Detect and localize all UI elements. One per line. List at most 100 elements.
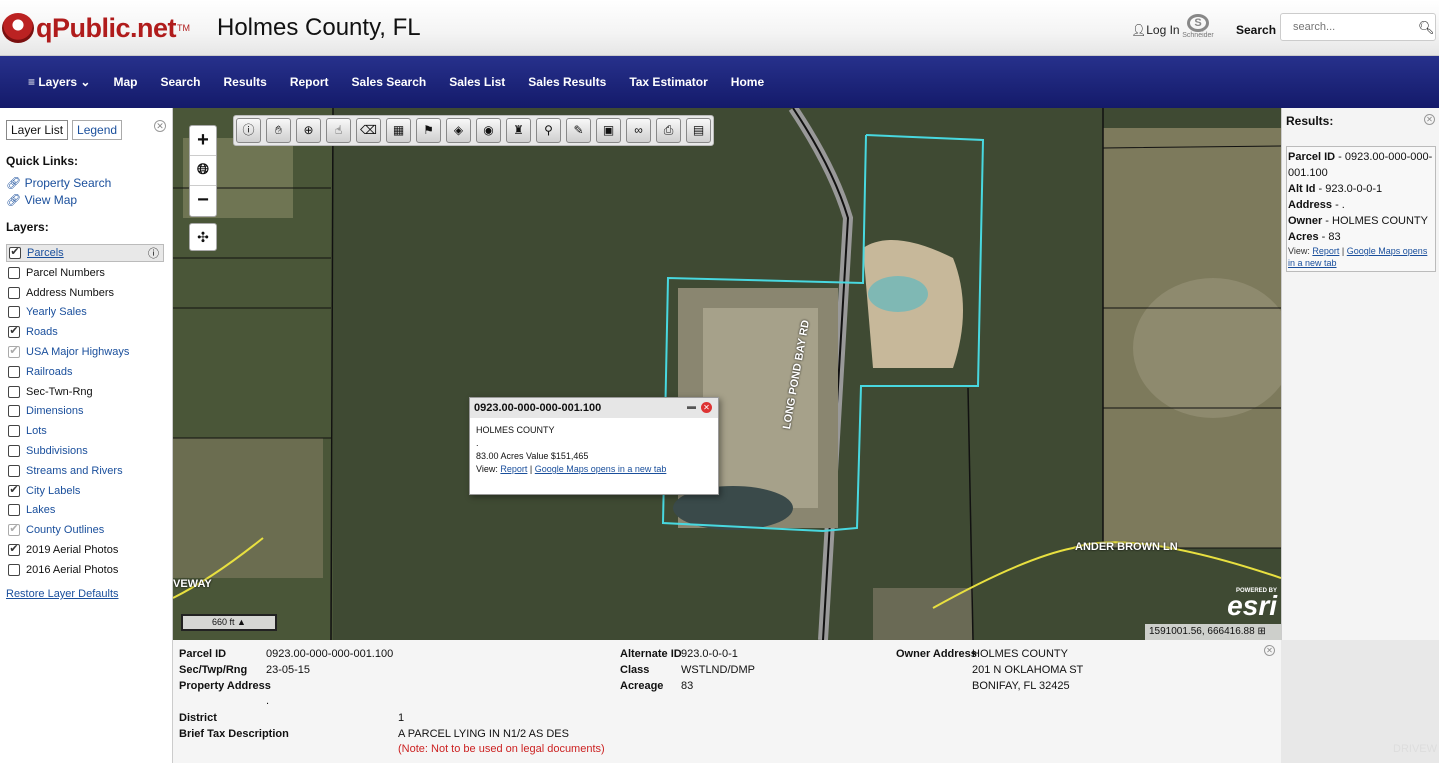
detail-brief-description: A PARCEL LYING IN N1/2 AS DES xyxy=(398,728,569,740)
nav-report[interactable]: Report xyxy=(290,75,329,89)
layer-item[interactable]: Sec-Twn-Rng xyxy=(8,383,93,401)
result-report-link[interactable]: Report xyxy=(1312,246,1339,256)
layer-item[interactable]: Dimensions xyxy=(8,402,83,420)
camera-icon[interactable]: ◉ xyxy=(476,118,501,143)
magnify-icon[interactable]: ⚲ xyxy=(536,118,561,143)
layer-checkbox[interactable] xyxy=(8,266,20,279)
layer-item[interactable]: 2016 Aerial Photos xyxy=(8,561,118,579)
layer-item[interactable]: Parcel Numbers xyxy=(8,264,105,282)
zoom-out-button[interactable]: − xyxy=(190,186,216,216)
zoom-in-button[interactable]: + xyxy=(190,126,216,156)
layer-item[interactable]: County Outlines xyxy=(8,521,104,539)
popup-view-row: View: Report | Google Maps opens in a ne… xyxy=(476,464,667,474)
nav-sales-results[interactable]: Sales Results xyxy=(528,75,606,89)
layer-checkbox[interactable] xyxy=(8,445,20,457)
layer-item[interactable]: Yearly Sales xyxy=(8,303,87,321)
zoom-box-icon[interactable]: ⊕ xyxy=(296,118,321,143)
layer-checkbox[interactable] xyxy=(8,365,20,378)
road-label: ANDER BROWN LN xyxy=(1075,541,1178,553)
layer-item[interactable]: Lots xyxy=(8,422,47,440)
printer-icon[interactable]: ⎙ xyxy=(656,118,681,143)
detail-property-address-2: . xyxy=(266,695,270,707)
print-map-icon[interactable]: ▣ xyxy=(596,118,621,143)
layer-item[interactable]: Subdivisions xyxy=(8,442,88,460)
layer-item[interactable]: City Labels xyxy=(8,482,80,500)
nav-home[interactable]: Home xyxy=(731,75,764,89)
pencil-icon[interactable]: ✎ xyxy=(566,118,591,143)
result-card[interactable]: Parcel ID - 0923.00-000-000-001.100 Alt … xyxy=(1286,146,1436,272)
eraser-icon[interactable]: ⌫ xyxy=(356,118,381,143)
layer-checkbox[interactable] xyxy=(8,484,20,497)
layers-toggle-icon[interactable]: ◈ xyxy=(446,118,471,143)
layer-item[interactable]: Railroads xyxy=(8,363,72,381)
detail-acreage: 83 xyxy=(681,680,694,692)
layer-checkbox[interactable] xyxy=(8,563,20,576)
globe-icon[interactable]: 🌐︎ xyxy=(190,156,216,186)
layer-checkbox[interactable] xyxy=(8,306,20,319)
locate-icon[interactable]: ✣ xyxy=(189,223,217,251)
search-icon[interactable]: 🔍︎ xyxy=(1418,20,1435,36)
search-input[interactable] xyxy=(1280,13,1436,41)
nav-results[interactable]: Results xyxy=(223,75,266,89)
detail-district: 1 xyxy=(398,712,405,724)
minimize-icon[interactable]: ▬ xyxy=(687,401,696,411)
close-icon[interactable]: ✕ xyxy=(154,120,166,132)
property-search-link[interactable]: 🔗︎ Property Search xyxy=(6,176,111,190)
layer-item[interactable]: USA Major Highways xyxy=(8,343,129,361)
layer-checkbox[interactable] xyxy=(8,405,20,418)
select-box-icon[interactable]: ▦ xyxy=(386,118,411,143)
buildings-icon[interactable]: ♜ xyxy=(506,118,531,143)
restore-defaults-link[interactable]: Restore Layer Defaults xyxy=(6,588,119,600)
layer-item[interactable]: Roads xyxy=(8,323,58,341)
nav-layers[interactable]: ≡ Layers ⌄ xyxy=(28,75,90,89)
detail-class: WSTLND/DMP xyxy=(681,664,755,676)
pan-icon[interactable]: ☝︎ xyxy=(326,118,351,143)
layers-title: Layers: xyxy=(6,220,49,234)
map-view[interactable]: ANDER BROWN LN VEWAY LONG POND BAY RD + … xyxy=(173,108,1281,640)
detail-label: Brief Tax Description xyxy=(179,728,289,740)
layer-label: City Labels xyxy=(26,484,81,497)
expand-icon[interactable]: ⊞ xyxy=(1257,626,1265,637)
tab-legend[interactable]: Legend xyxy=(72,120,123,140)
info-icon[interactable]: ⓘ xyxy=(236,118,261,143)
layer-checkbox[interactable] xyxy=(8,544,20,556)
nav-search[interactable]: Search xyxy=(160,75,200,89)
tab-layer-list[interactable]: Layer List xyxy=(6,120,69,140)
nav-sales-list[interactable]: Sales List xyxy=(449,75,505,89)
close-icon[interactable]: ✕ xyxy=(1424,114,1435,125)
popup-report-link[interactable]: Report xyxy=(500,464,527,474)
layer-checkbox[interactable] xyxy=(8,286,20,299)
login-link[interactable]: 👤︎Log In xyxy=(1131,23,1180,37)
popup-maps-link[interactable]: Google Maps opens in a new tab xyxy=(535,464,667,474)
layer-checkbox[interactable] xyxy=(8,504,20,517)
layer-checkbox[interactable] xyxy=(8,385,20,398)
layer-item[interactable]: Lakes xyxy=(8,501,55,519)
layer-checkbox[interactable] xyxy=(8,425,20,438)
close-icon[interactable]: ✕ xyxy=(701,402,712,413)
layer-checkbox[interactable] xyxy=(9,247,21,259)
zoom-control: + 🌐︎ − xyxy=(189,125,217,217)
layer-item[interactable]: Parcels ⓘ xyxy=(6,244,164,262)
layer-checkbox[interactable] xyxy=(8,346,20,358)
layer-checkbox[interactable] xyxy=(8,464,20,477)
nav-sales-search[interactable]: Sales Search xyxy=(352,75,427,89)
map-watermark: DRIVEW xyxy=(1393,743,1437,755)
marker-icon[interactable]: ⚑ xyxy=(416,118,441,143)
select-icon[interactable]: ✋︎ xyxy=(266,118,291,143)
layers-icon: ≡ xyxy=(28,75,39,89)
nav-tax-estimator[interactable]: Tax Estimator xyxy=(629,75,707,89)
view-map-link[interactable]: 🔗︎ View Map xyxy=(6,193,77,207)
close-icon[interactable]: ✕ xyxy=(1264,645,1275,656)
info-icon[interactable]: ⓘ xyxy=(148,245,159,261)
layer-checkbox[interactable] xyxy=(8,524,20,537)
layer-item[interactable]: Streams and Rivers xyxy=(8,462,123,480)
sidebar-tabs: Layer List Legend xyxy=(6,120,126,140)
layer-item[interactable]: Address Numbers xyxy=(8,284,114,302)
qpublic-logo[interactable]: qPublic.net TM xyxy=(2,12,190,44)
layer-item[interactable]: 2019 Aerial Photos xyxy=(8,541,118,559)
aerial-map[interactable] xyxy=(173,108,1281,640)
layer-checkbox[interactable] xyxy=(8,326,20,339)
measure-icon[interactable]: ∞ xyxy=(626,118,651,143)
save-icon[interactable]: ▤ xyxy=(686,118,711,143)
nav-map[interactable]: Map xyxy=(113,75,137,89)
